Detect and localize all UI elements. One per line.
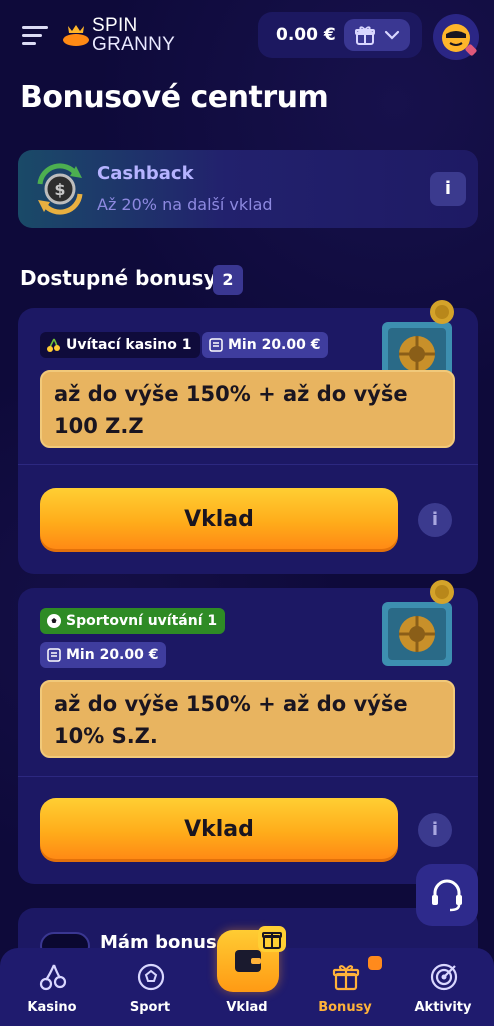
- bonus-offer-text: až do výše 150% + až do výše 100 Z.Z: [40, 370, 455, 448]
- bonus-count-badge: 2: [213, 265, 243, 295]
- nav-activities[interactable]: Aktivity: [398, 948, 488, 1026]
- safe-icon: [382, 580, 454, 666]
- casino-welcome-tag-label: Uvítací kasino 1: [66, 337, 192, 353]
- casino-welcome-tag: Uvítací kasino 1: [40, 332, 200, 358]
- soccer-ball-icon: [137, 963, 165, 991]
- headset-icon: [432, 879, 462, 912]
- chevron-down-icon: [384, 30, 400, 40]
- gift-icon: [355, 26, 375, 45]
- cashback-coin-icon: $: [37, 163, 83, 215]
- fab-gift-badge: [258, 926, 286, 952]
- cashback-info-button[interactable]: i: [430, 172, 466, 206]
- logo-text-granny: GRANNY: [92, 34, 176, 55]
- cashback-subtitle: Až 20% na další vklad: [97, 195, 273, 214]
- page-title: Bonusové centrum: [20, 80, 329, 115]
- nav-sport[interactable]: Sport: [105, 948, 195, 1026]
- cherry-icon: [47, 338, 60, 352]
- nav-casino[interactable]: Kasino: [7, 948, 97, 1026]
- avatar-icon: [434, 15, 478, 59]
- min-deposit-tag: Min 20.00 €: [40, 642, 167, 668]
- soccer-ball-icon: [47, 614, 61, 628]
- available-bonuses-title: Dostupné bonusy: [20, 266, 217, 290]
- deposit-button[interactable]: Vklad: [40, 798, 398, 862]
- bonus-info-button[interactable]: i: [418, 813, 452, 847]
- nav-casino-label: Kasino: [27, 1000, 77, 1015]
- wallet-widget[interactable]: 0.00 €: [258, 12, 422, 58]
- gift-icon: [332, 965, 360, 991]
- user-avatar[interactable]: [433, 14, 479, 60]
- svg-text:$: $: [54, 180, 65, 199]
- card-divider: [18, 776, 478, 777]
- menu-icon[interactable]: [22, 26, 48, 46]
- cashback-card[interactable]: $ Cashback Až 20% na další vklad i: [18, 150, 478, 228]
- notification-dot: [368, 956, 382, 970]
- bonus-card: Uvítací kasino 1 Min 20.00 € až do výše …: [18, 300, 478, 574]
- target-icon: [430, 963, 458, 991]
- min-deposit-label: Min 20.00 €: [228, 337, 321, 353]
- wallet-cash-icon: [209, 338, 223, 352]
- min-deposit-tag: Min 20.00 €: [202, 332, 329, 358]
- logo-text-spin: SPIN: [92, 15, 138, 36]
- bonus-offer-text: až do výše 150% + až do výše 10% S.Z.: [40, 680, 455, 758]
- min-deposit-label: Min 20.00 €: [66, 647, 159, 663]
- cashback-title: Cashback: [97, 163, 194, 184]
- nav-bonuses-label: Bonusy: [318, 1000, 372, 1015]
- nav-deposit-label: Vklad: [226, 1000, 268, 1015]
- bonus-card: Sportovní uvítání 1 Min 20.00 € až do vý…: [18, 580, 478, 884]
- logo-mark-icon: [63, 25, 89, 46]
- cherry-icon: [39, 964, 67, 991]
- nav-sport-label: Sport: [129, 1000, 171, 1015]
- sport-welcome-tag: Sportovní uvítání 1: [40, 608, 226, 634]
- gift-icon: [262, 932, 282, 949]
- gift-dropdown-button[interactable]: [344, 19, 410, 51]
- support-button[interactable]: [416, 864, 478, 926]
- balance-amount: 0.00 €: [276, 25, 336, 45]
- top-header: SPIN GRANNY 0.00 €: [0, 0, 494, 72]
- logo[interactable]: SPIN GRANNY: [62, 12, 182, 54]
- bonus-info-button[interactable]: i: [418, 503, 452, 537]
- deposit-button[interactable]: Vklad: [40, 488, 398, 552]
- nav-activities-label: Aktivity: [414, 1000, 472, 1015]
- wallet-cash-icon: [47, 648, 61, 662]
- sport-welcome-tag-label: Sportovní uvítání 1: [66, 613, 218, 629]
- card-divider: [18, 464, 478, 465]
